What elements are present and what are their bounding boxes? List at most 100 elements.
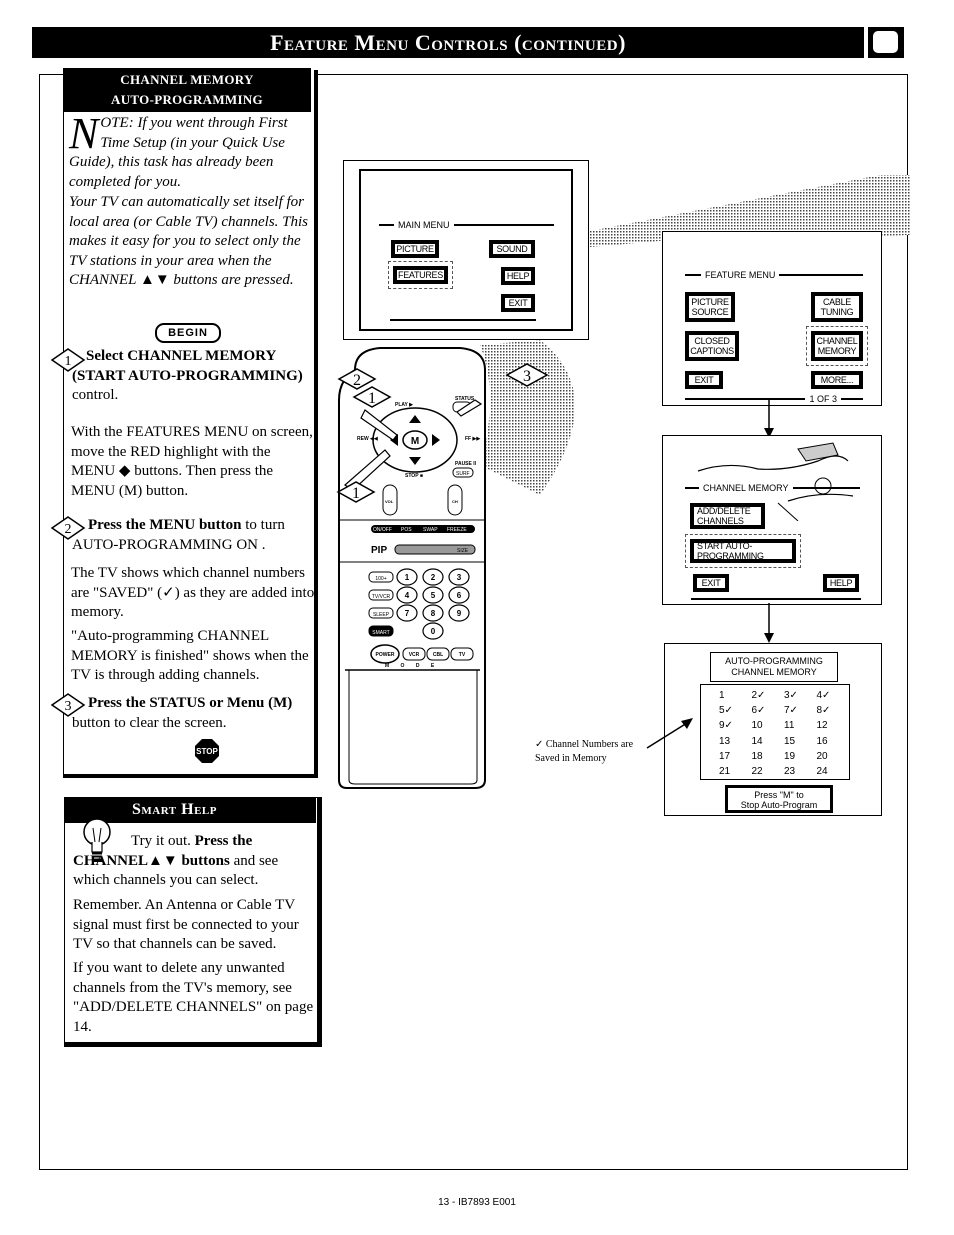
section-title: CHANNEL MEMORY AUTO-PROGRAMMING	[63, 68, 311, 112]
channel-cell: 16	[816, 735, 828, 747]
svg-text:3: 3	[65, 699, 72, 714]
main-menu-exit-button[interactable]: EXIT	[501, 294, 535, 312]
remote-ff-label: FF ▶▶	[465, 436, 481, 442]
stop-hint-line1: Press "M" to	[754, 790, 804, 800]
remote-key-label: SMART	[372, 630, 389, 636]
channel-cell: 6✓	[751, 705, 766, 717]
channel-cell: 9✓	[719, 720, 733, 732]
channel-memory-title: CHANNEL MEMORY	[685, 483, 860, 493]
remote-digit-label: 8	[431, 609, 436, 618]
remote-play-label: PLAY ▶	[395, 402, 414, 408]
feature-menu-closed-captions-button[interactable]: CLOSED CAPTIONS	[685, 331, 739, 361]
step-1-heading-bold: Select CHANNEL MEMORY (START AUTO-PROGRA…	[72, 348, 303, 384]
step-1-body: With the FEATURES MENU on screen, move t…	[71, 424, 313, 499]
channel-cell: 19	[784, 750, 796, 762]
feature-menu-exit-button[interactable]: EXIT	[685, 371, 723, 389]
channel-cell: 2✓	[751, 690, 766, 701]
remote-pip-freeze-label: FREEZE	[447, 527, 467, 533]
remote-mode-label: TV	[459, 652, 466, 658]
step-1-heading: Select CHANNEL MEMORY (START AUTO-PROGRA…	[72, 347, 312, 406]
remote-vol-label: VOL	[385, 499, 394, 504]
channel-cell: 8✓	[816, 705, 831, 717]
remote-stop-label: STOP ■	[405, 473, 423, 479]
arrow-down-icon	[764, 400, 774, 438]
channel-cell: 10	[751, 720, 763, 732]
intro-paragraph: Your TV can automatically set itself for…	[69, 194, 309, 288]
main-menu-screen: MAIN MENU PICTURE SOUND FEATURES HELP EX…	[343, 160, 589, 340]
channel-cell: 12	[816, 720, 828, 732]
auto-programming-title-line1: AUTO-PROGRAMMING	[725, 656, 823, 666]
feature-menu-cable-tuning-button[interactable]: CABLE TUNING	[811, 292, 863, 322]
caption-arrow-icon	[646, 718, 693, 749]
section-title-line1: CHANNEL MEMORY	[120, 72, 254, 87]
feature-menu-more-button[interactable]: MORE...	[811, 371, 863, 389]
remote-step-3-marker-icon: 3	[505, 363, 549, 387]
tv-tab-icon	[868, 27, 904, 58]
remote-pip-pos-label: POS	[401, 527, 412, 533]
caption-line1: ✓ Channel Numbers are	[535, 739, 634, 750]
stop-auto-program-hint: Press "M" to Stop Auto-Program	[725, 785, 833, 813]
main-menu-picture-button[interactable]: PICTURE	[391, 240, 439, 258]
main-menu-help-button[interactable]: HELP	[501, 267, 535, 285]
remote-digit-label: 5	[431, 591, 436, 600]
remote-menu-button-label: M	[411, 436, 419, 447]
stop-sign-icon: STOP	[195, 739, 219, 763]
channel-memory-exit-button[interactable]: EXIT	[693, 574, 729, 592]
remote-key-label: 100+	[375, 576, 386, 582]
step-3-heading-bold: Press the STATUS or Menu (M)	[88, 695, 293, 711]
channel-memory-screen: CHANNEL MEMORY ADD/DELETE CHANNELS START…	[662, 435, 882, 605]
svg-text:1: 1	[368, 390, 376, 407]
remote-digit-label: 0	[431, 627, 436, 636]
note-paragraph: N OTE: If you went through First Time Set…	[69, 109, 314, 192]
channel-cell: 21	[719, 766, 731, 778]
remote-digit-label: 9	[457, 609, 462, 618]
remote-pause-label: PAUSE II	[455, 461, 477, 467]
remote-digit-label: 6	[457, 591, 462, 600]
svg-text:3: 3	[523, 368, 531, 385]
feature-menu-channel-memory-button[interactable]: CHANNEL MEMORY	[806, 326, 868, 366]
remote-digit-label: 7	[405, 609, 410, 618]
remote-pip-swap-label: SWAP	[423, 527, 438, 533]
channel-cell: 23	[784, 766, 796, 778]
remote-power-label: POWER	[376, 652, 395, 658]
feature-menu-picture-source-button[interactable]: PICTURE SOURCE	[685, 292, 735, 322]
note-dropcap: N	[69, 109, 99, 158]
smart-help-paragraph-2: Remember. An Antenna or Cable TV signal …	[73, 897, 299, 952]
remote-mode-label: CBL	[433, 652, 443, 658]
remote-digit-label: 4	[405, 591, 410, 600]
remote-digit-label: 1	[405, 573, 410, 582]
channel-cell: 11	[784, 720, 795, 732]
remote-status-label: STATUS	[455, 396, 475, 402]
channel-cell: 1	[719, 690, 725, 701]
remote-step-1b-marker-icon: 1	[336, 481, 376, 503]
remote-step-1-marker-icon: 1	[352, 386, 392, 408]
remote-pip-label: PIP	[371, 545, 387, 556]
step-3-heading-rest: button to clear the screen.	[72, 714, 227, 731]
remote-key-label: TV/VCR	[372, 594, 391, 600]
channel-cell: 4✓	[816, 690, 831, 701]
remote-digit-label: 2	[431, 573, 436, 582]
main-menu-divider	[390, 319, 536, 321]
remote-size-label: SIZE	[457, 548, 469, 554]
main-menu-sound-button[interactable]: SOUND	[489, 240, 535, 258]
channel-memory-help-button[interactable]: HELP	[823, 574, 859, 592]
feature-menu-title: FEATURE MENU	[685, 270, 863, 280]
begin-badge: BEGIN	[155, 323, 221, 343]
step-3-heading: Press the STATUS or Menu (M) button to c…	[72, 694, 312, 733]
channel-cell: 13	[719, 735, 731, 747]
channel-cell: 7✓	[784, 705, 798, 717]
channel-cell: 15	[784, 735, 796, 747]
auto-programming-title-line2: CHANNEL MEMORY	[731, 667, 817, 677]
smart-help-paragraph-1: Try it out. Press the CHANNEL▲▼ buttons …	[73, 832, 318, 891]
step-2-heading-bold: Press the MENU button	[88, 517, 242, 533]
svg-text:1: 1	[352, 485, 360, 502]
arrow-down-icon	[764, 603, 774, 643]
svg-text:2: 2	[65, 522, 72, 537]
add-delete-channels-button[interactable]: ADD/DELETE CHANNELS	[690, 503, 765, 529]
channel-cell: 3✓	[784, 690, 798, 701]
stop-hint-line2: Stop Auto-Program	[740, 800, 818, 810]
stop-label: STOP	[196, 747, 218, 756]
main-menu-features-button[interactable]: FEATURES	[388, 261, 453, 289]
start-auto-programming-button[interactable]: START AUTO-PROGRAMMING	[685, 534, 801, 568]
page-number: 13 - IB7893 E001	[438, 1197, 516, 1208]
